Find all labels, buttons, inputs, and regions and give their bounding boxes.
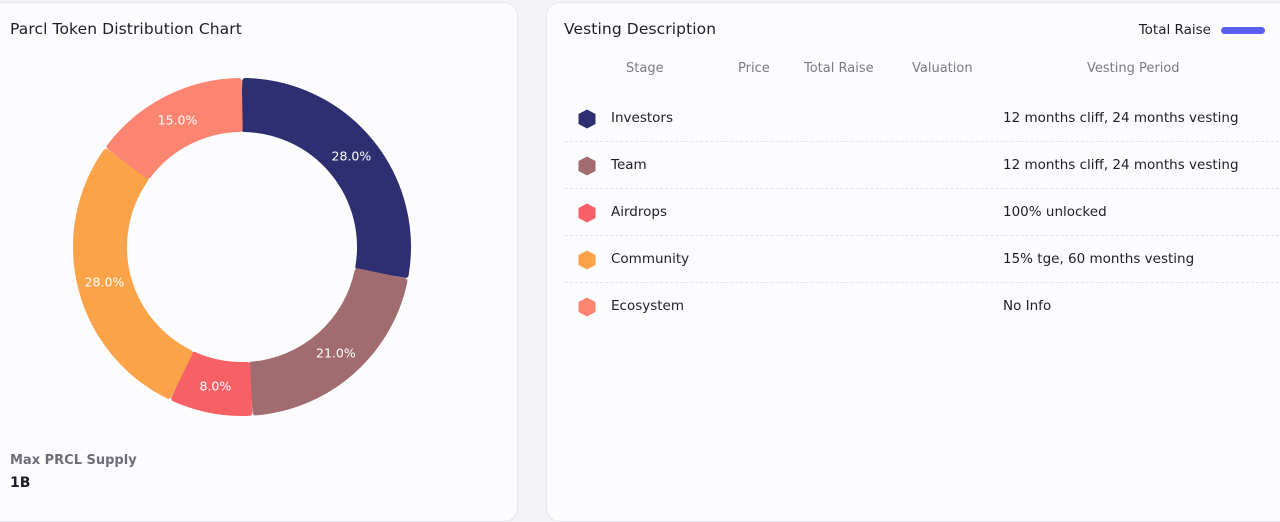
donut-slice-ecosystem[interactable] (106, 78, 243, 179)
hexagon-icon (578, 156, 596, 176)
hexagon-icon (578, 250, 596, 270)
total-raise-legend[interactable]: Total Raise (1139, 22, 1265, 38)
vesting-description-card: Vesting Description Total Raise Stage Pr… (546, 2, 1280, 522)
stage-name: Ecosystem (611, 298, 685, 314)
column-header-price: Price (738, 61, 770, 76)
max-supply-label: Max PRCL Supply (10, 453, 137, 468)
table-row: Community 15% tge, 60 months vesting (565, 236, 1279, 283)
legend-label: Total Raise (1138, 22, 1211, 38)
vesting-period: 12 months cliff, 24 months vesting (1003, 157, 1239, 173)
hexagon-icon (578, 109, 596, 129)
slice-label-investors: 28.0% (332, 148, 372, 163)
token-distribution-card: Parcl Token Distribution Chart 28.0% 21.0… (0, 2, 518, 522)
slice-label-airdrops: 8.0% (200, 378, 232, 393)
vesting-period: 15% tge, 60 months vesting (1003, 251, 1195, 267)
distribution-donut-chart: 28.0% 21.0% 8.0% 28.0% 15.0% (73, 78, 411, 416)
donut-slice-team[interactable] (248, 268, 408, 416)
table-row: Airdrops 100% unlocked (565, 189, 1279, 236)
vesting-period: No Info (1003, 298, 1052, 314)
vesting-period: 12 months cliff, 24 months vesting (1003, 110, 1239, 126)
column-header-total-raise: Total Raise (804, 61, 874, 76)
hexagon-shape (578, 156, 596, 176)
hexagon-shape (578, 250, 596, 270)
table-row: Investors 12 months cliff, 24 months ves… (565, 95, 1279, 142)
hexagon-icon (578, 203, 596, 223)
donut-slice-investors[interactable] (241, 78, 411, 278)
vesting-period: 100% unlocked (1003, 204, 1107, 220)
stage-name: Investors (611, 110, 674, 126)
hexagon-icon (578, 297, 596, 317)
stage-name: Airdrops (611, 204, 667, 220)
slice-label-community: 28.0% (85, 274, 125, 289)
column-header-stage: Stage (626, 61, 664, 76)
hexagon-shape (578, 297, 596, 317)
table-row: Team 12 months cliff, 24 months vesting (565, 142, 1279, 189)
table-row: Ecosystem No Info (565, 283, 1279, 330)
column-header-vesting-period: Vesting Period (1087, 61, 1180, 76)
max-supply-value: 1B (10, 475, 31, 491)
slice-label-ecosystem: 15.0% (158, 112, 198, 127)
stage-name: Community (611, 251, 690, 267)
hexagon-shape (578, 203, 596, 223)
vesting-title: Vesting Description (564, 20, 717, 38)
hexagon-shape (578, 109, 596, 129)
slice-label-team: 21.0% (316, 346, 356, 361)
stage-name: Team (611, 157, 647, 173)
legend-swatch (1221, 26, 1265, 34)
column-header-valuation: Valuation (912, 61, 973, 76)
